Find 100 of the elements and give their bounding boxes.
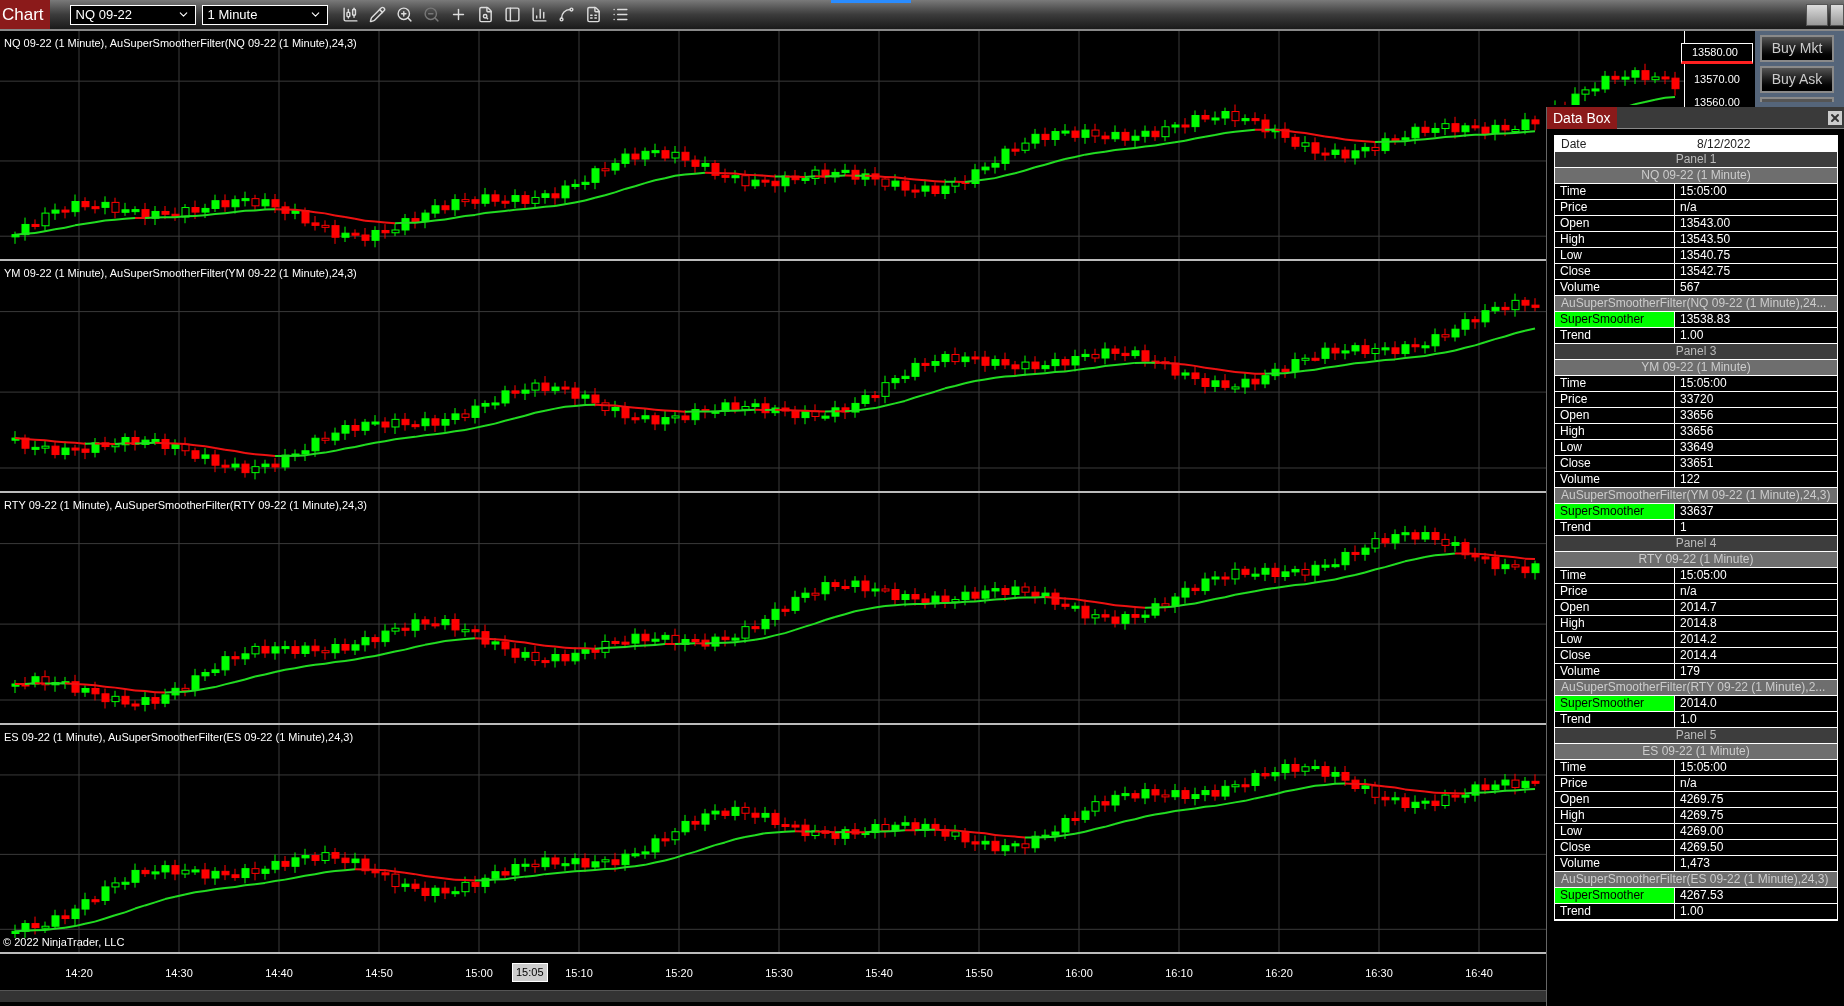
price-axis-label: 13570.00 [1693, 71, 1740, 87]
field-value: 33651 [1679, 456, 1715, 471]
field-value: 33649 [1679, 440, 1715, 455]
toolbar-button[interactable] [584, 6, 602, 23]
panel-header: Panel 3 [1555, 344, 1837, 360]
field-value: 4269.50 [1679, 840, 1725, 855]
field-value: 1 [1679, 520, 1688, 535]
zoom-out-button[interactable] [422, 6, 440, 23]
toolbar-button[interactable] [503, 6, 521, 23]
zoom-out-icon [422, 6, 440, 23]
field-value: 33656 [1679, 424, 1715, 439]
date-label: Date [1560, 136, 1588, 152]
series-header: NQ 09-22 (1 Minute) [1555, 168, 1837, 184]
close-button[interactable] [1828, 110, 1842, 125]
toolbar-button[interactable] [530, 6, 548, 23]
time-axis-label: 16:40 [1465, 966, 1493, 981]
pencil-icon [368, 6, 386, 23]
panel-title: ES 09-22 (1 Minute), AuSuperSmootherFilter(ES 09-22 (1 Minute),24,3) [4, 730, 354, 745]
indicator-header: AuSuperSmootherFilter(NQ 09-22 (1 Minute),24... [1555, 296, 1837, 312]
interval-dropdown[interactable]: 1 Minute [201, 4, 328, 25]
last-price-label: 13580.00 [1681, 43, 1753, 64]
chart-tab[interactable]: Chart [0, 0, 50, 29]
field-label: SuperSmoother [1555, 888, 1675, 903]
indicator-header: AuSuperSmootherFilter(YM 09-22 (1 Minute),24,3) [1555, 488, 1837, 504]
toolbar-button[interactable] [395, 6, 413, 23]
time-axis-label: 14:30 [165, 966, 193, 981]
date-value: 8/12/2022 [1697, 136, 1751, 152]
time-axis-label: 14:40 [265, 966, 293, 981]
field-label: SuperSmoother [1555, 312, 1675, 327]
toolbar-button[interactable] [341, 6, 359, 23]
field-value: 2014.4 [1679, 648, 1718, 663]
panel-header: Panel 1 [1555, 152, 1837, 168]
indicator-header: AuSuperSmootherFilter(ES 09-22 (1 Minute),24,3) [1555, 872, 1837, 888]
panel-icon [503, 6, 521, 23]
field-value: 4269.75 [1679, 808, 1725, 823]
field-label: SuperSmoother [1555, 504, 1675, 519]
field-label: SuperSmoother [1555, 696, 1675, 711]
document-search-icon [476, 6, 494, 23]
field-value: 2014.8 [1679, 616, 1718, 631]
field-value: 4269.75 [1679, 792, 1725, 807]
field-value: 2014.7 [1679, 600, 1718, 615]
panel-title: NQ 09-22 (1 Minute), AuSuperSmootherFilter(NQ 09-22 (1 Minute),24,3) [4, 36, 357, 51]
field-value: 33720 [1679, 392, 1715, 407]
field-value: 33637 [1679, 504, 1715, 519]
time-axis-label: 14:50 [365, 966, 393, 981]
instrument-dropdown[interactable]: NQ 09-22 [69, 4, 196, 25]
field-value: 1.0 [1679, 712, 1698, 727]
close-icon [1829, 111, 1841, 124]
field-value: 4269.00 [1679, 824, 1725, 839]
field-value: 122 [1679, 472, 1702, 487]
spreadsheet-icon [584, 6, 602, 23]
candlestick-icon [341, 6, 359, 23]
cursor-time-label: 15:05 [512, 963, 548, 982]
field-value: n/a [1679, 584, 1698, 599]
series-header: ES 09-22 (1 Minute) [1555, 744, 1837, 760]
toolbar-button[interactable] [476, 6, 494, 23]
field-value: 13543.50 [1679, 232, 1732, 247]
field-value: n/a [1679, 200, 1698, 215]
field-value: 13538.83 [1679, 312, 1732, 327]
field-value: 1.00 [1679, 328, 1705, 343]
panel-header: Panel 5 [1555, 728, 1837, 744]
field-value: 2014.2 [1679, 632, 1718, 647]
time-axis-label: 15:40 [865, 966, 893, 981]
time-axis-label: 15:30 [765, 966, 793, 981]
panel-header: Panel 4 [1555, 536, 1837, 552]
field-value: 567 [1679, 280, 1702, 295]
field-value: 2014.0 [1679, 696, 1718, 711]
time-axis-label: 15:50 [965, 966, 993, 981]
panel-title: YM 09-22 (1 Minute), AuSuperSmootherFilter(YM 09-22 (1 Minute),24,3) [4, 266, 357, 281]
field-value: 1.00 [1679, 904, 1705, 919]
line-chart-icon [557, 6, 575, 23]
toolbar-button[interactable] [557, 6, 575, 23]
field-value: 15:05:00 [1679, 568, 1728, 583]
toolbar-button[interactable] [368, 6, 386, 23]
time-axis-label: 16:20 [1265, 966, 1293, 981]
field-value: 15:05:00 [1679, 184, 1728, 199]
field-value: n/a [1679, 776, 1698, 791]
window-button[interactable] [1830, 3, 1844, 26]
time-axis-label: 15:20 [665, 966, 693, 981]
toolbar-button[interactable] [611, 6, 629, 23]
zoom-in-icon [395, 6, 413, 23]
field-value: 33656 [1679, 408, 1715, 423]
series-header: RTY 09-22 (1 Minute) [1555, 552, 1837, 568]
field-value: 13542.75 [1679, 264, 1732, 279]
field-value: 15:05:00 [1679, 376, 1728, 391]
price-axis-label: 13560.00 [1693, 95, 1740, 110]
horizontal-scrollbar[interactable] [0, 990, 1547, 1002]
time-axis-label: 16:00 [1065, 966, 1093, 981]
panel-title: RTY 09-22 (1 Minute), AuSuperSmootherFilter(RTY 09-22 (1 Minute),24,3) [4, 498, 367, 513]
order-button[interactable]: Buy Mkt [1760, 35, 1834, 62]
indicator-header: AuSuperSmootherFilter(RTY 09-22 (1 Minute),2... [1555, 680, 1837, 696]
order-button[interactable]: Buy Ask [1760, 66, 1834, 93]
series-header: YM 09-22 (1 Minute) [1555, 360, 1837, 376]
field-value: 4267.53 [1679, 888, 1725, 903]
time-axis-label: 16:10 [1165, 966, 1193, 981]
time-axis-label: 15:00 [465, 966, 493, 981]
field-value: 179 [1679, 664, 1702, 679]
field-value: 1,473 [1679, 856, 1712, 871]
window-button[interactable] [1806, 3, 1828, 26]
field-value: 15:05:00 [1679, 760, 1728, 775]
